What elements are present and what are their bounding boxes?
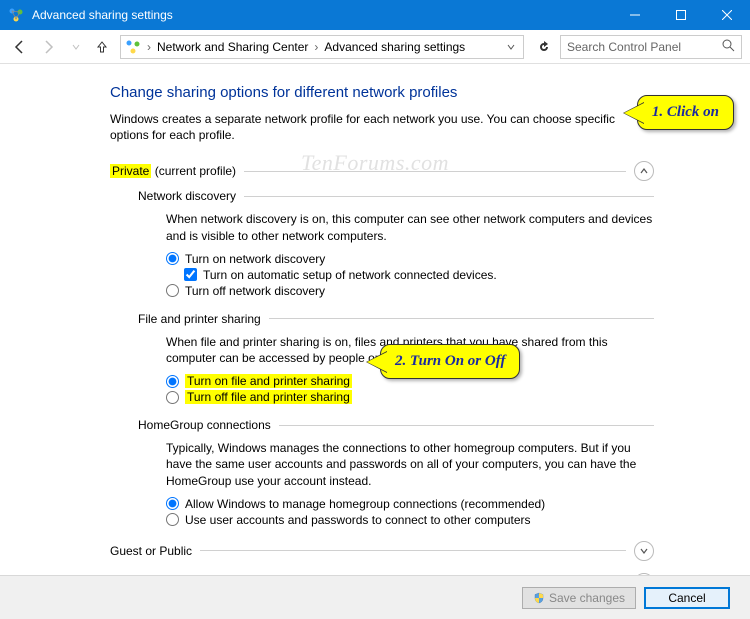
profile-name: Private (110, 164, 151, 178)
chevron-up-icon[interactable] (634, 161, 654, 181)
annotation-callout-1: 1. Click on (637, 95, 734, 130)
chevron-right-icon[interactable]: › (147, 40, 151, 54)
button-label: Save changes (549, 591, 625, 605)
divider (269, 318, 654, 319)
address-dropdown[interactable] (503, 40, 519, 54)
divider (279, 425, 654, 426)
shield-icon (533, 592, 545, 604)
refresh-button[interactable] (532, 35, 556, 59)
profile-suffix: (current profile) (151, 164, 236, 178)
footer: Save changes Cancel (0, 575, 750, 619)
breadcrumb-item[interactable]: Advanced sharing settings (324, 40, 465, 54)
close-button[interactable] (704, 0, 750, 30)
checkbox-auto-setup[interactable]: Turn on automatic setup of network conne… (184, 268, 654, 282)
divider (200, 550, 626, 551)
section-title: Network discovery (138, 189, 236, 203)
divider (244, 196, 654, 197)
radio-hg-user[interactable]: Use user accounts and passwords to conne… (166, 513, 654, 527)
back-button[interactable] (8, 35, 32, 59)
section-network-discovery: Network discovery When network discovery… (138, 189, 654, 297)
chevron-right-icon[interactable]: › (314, 40, 318, 54)
radio-netdisc-on[interactable]: Turn on network discovery (166, 252, 654, 266)
annotation-callout-2: 2. Turn On or Off (380, 344, 520, 379)
maximize-button[interactable] (658, 0, 704, 30)
navigation-bar: › Network and Sharing Center › Advanced … (0, 30, 750, 64)
section-description: When network discovery is on, this compu… (166, 211, 654, 243)
divider (244, 171, 626, 172)
chevron-down-icon[interactable] (634, 541, 654, 561)
titlebar: Advanced sharing settings (0, 0, 750, 30)
section-title: File and printer sharing (138, 312, 261, 326)
minimize-button[interactable] (612, 0, 658, 30)
page-title: Change sharing options for different net… (110, 84, 654, 101)
cancel-button[interactable]: Cancel (644, 587, 730, 609)
profile-guest-header[interactable]: Guest or Public (110, 541, 654, 561)
breadcrumb-item[interactable]: Network and Sharing Center (157, 40, 308, 54)
forward-button[interactable] (36, 35, 60, 59)
search-icon (722, 39, 735, 55)
content-area: Change sharing options for different net… (0, 64, 750, 615)
search-placeholder: Search Control Panel (567, 40, 722, 54)
radio-netdisc-off[interactable]: Turn off network discovery (166, 284, 654, 298)
search-input[interactable]: Search Control Panel (560, 35, 742, 59)
radio-hg-allow[interactable]: Allow Windows to manage homegroup connec… (166, 497, 654, 511)
save-changes-button[interactable]: Save changes (522, 587, 636, 609)
address-bar[interactable]: › Network and Sharing Center › Advanced … (120, 35, 524, 59)
sharing-icon (125, 39, 141, 55)
radio-fps-off[interactable]: Turn off file and printer sharing (166, 390, 654, 404)
window-title: Advanced sharing settings (32, 8, 612, 22)
up-button[interactable] (92, 37, 112, 57)
profile-name: Guest or Public (110, 544, 192, 558)
sharing-icon (8, 7, 24, 23)
profile-private-header[interactable]: Private (current profile) (110, 161, 654, 181)
section-homegroup: HomeGroup connections Typically, Windows… (138, 418, 654, 527)
section-title: HomeGroup connections (138, 418, 271, 432)
page-intro: Windows creates a separate network profi… (110, 111, 654, 143)
section-description: Typically, Windows manages the connectio… (166, 440, 654, 489)
button-label: Cancel (668, 591, 705, 605)
recent-dropdown[interactable] (64, 35, 88, 59)
